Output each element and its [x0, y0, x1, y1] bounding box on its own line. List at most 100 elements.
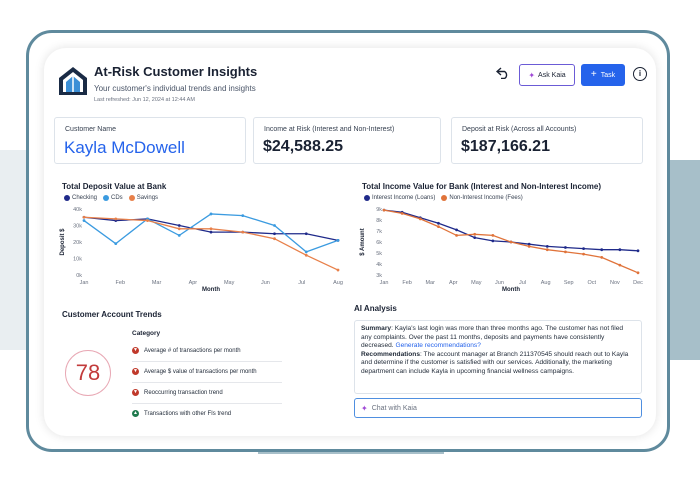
series-line-interest-income-loans- — [383, 209, 639, 252]
plus-icon: + — [590, 69, 597, 80]
x-tick-label: Apr — [189, 280, 198, 286]
customer-name-card: Customer Name Kayla McDowell — [54, 117, 246, 164]
legend-label: Checking — [72, 195, 98, 201]
x-tick-label: Jul — [519, 280, 526, 286]
x-tick-label: Apr — [449, 280, 458, 286]
trend-row[interactable]: ▼ Average $ value of transactions per mo… — [132, 361, 282, 383]
data-point — [177, 224, 181, 227]
x-tick-label: Dec — [633, 280, 643, 286]
data-point — [304, 253, 308, 257]
legend-label: Non-Interest Income (Fees) — [449, 195, 523, 201]
y-tick-label: 7k — [376, 229, 382, 235]
data-point — [146, 219, 149, 222]
data-point — [177, 227, 181, 231]
income-at-risk-card: Income at Risk (Interest and Non-Interes… — [253, 117, 441, 164]
data-point — [527, 245, 531, 248]
data-point — [382, 208, 386, 212]
risk-score: 78 — [65, 350, 111, 396]
x-tick-label: Jun — [495, 280, 504, 286]
trend-label: Reoccurring transaction trend — [144, 389, 223, 396]
x-tick-label: Feb — [402, 280, 411, 286]
data-point — [82, 219, 86, 222]
trend-down-icon: ▼ — [132, 368, 139, 375]
legend-item-interest: Interest Income (Loans) — [364, 195, 435, 201]
trend-up-icon: ▲ — [132, 410, 139, 417]
y-tick-label: 5k — [376, 251, 382, 257]
income-at-risk-value: $24,588.25 — [263, 138, 344, 155]
data-point — [241, 230, 245, 234]
x-tick-label: Jun — [261, 280, 270, 286]
undo-button[interactable] — [494, 66, 512, 84]
customer-name-label: Customer Name — [65, 126, 116, 133]
x-tick-label: Jul — [298, 280, 305, 286]
x-tick-label: Aug — [541, 280, 551, 286]
legend-item-non-interest: Non-Interest Income (Fees) — [441, 195, 523, 201]
deposit-chart-title: Total Deposit Value at Bank — [62, 182, 167, 191]
recommendations-label: Recommendations — [361, 350, 420, 358]
x-axis-title: Month — [202, 287, 220, 291]
x-tick-label: Feb — [116, 280, 125, 286]
data-point — [304, 232, 308, 236]
background-block-left — [0, 150, 28, 350]
sparkle-icon: ✦ — [361, 403, 368, 413]
x-tick-label: Oct — [588, 280, 597, 286]
deposit-at-risk-value: $187,166.21 — [461, 138, 550, 155]
generate-recommendations-link[interactable]: Generate recommendations? — [395, 342, 480, 349]
deposit-at-risk-card: Deposit at Risk (Across all Accounts) $1… — [451, 117, 643, 164]
y-tick-label: 8k — [376, 218, 382, 224]
legend-label: Savings — [136, 195, 159, 201]
y-tick-label: 6k — [376, 240, 382, 246]
data-point — [437, 225, 440, 228]
deposit-chart: Deposit $ 0k 10k 20k 30k 40k Jan Feb Mar Apr May Ju… — [60, 207, 343, 291]
data-point — [209, 212, 213, 216]
ask-kaia-button[interactable]: ✦ Ask Kaia — [519, 64, 575, 86]
data-point — [273, 237, 276, 241]
x-axis-title: Month — [502, 287, 520, 291]
data-point — [273, 232, 276, 236]
y-tick-label: 0k — [76, 273, 82, 279]
data-point — [582, 252, 585, 256]
last-refreshed-text: Last refreshed: Jun 12, 2024 at 12:44 AM — [94, 97, 195, 103]
chat-placeholder: Chat with Kaia — [371, 404, 417, 412]
y-tick-label: 10k — [73, 257, 82, 263]
info-icon[interactable]: i — [633, 67, 647, 81]
data-point — [437, 221, 440, 225]
data-point — [82, 215, 86, 219]
data-point — [273, 224, 276, 227]
data-point — [209, 227, 213, 231]
income-chart-legend: Interest Income (Loans) Non-Interest Inc… — [364, 195, 523, 201]
x-tick-label: Nov — [610, 280, 620, 286]
x-tick-label: Jan — [380, 280, 389, 286]
trend-label: Average $ value of transactions per mont… — [144, 368, 257, 375]
data-point — [636, 249, 640, 253]
income-chart-title: Total Income Value for Bank (Interest an… — [362, 182, 602, 191]
legend-item-cds: CDs — [103, 195, 123, 201]
page-subtitle: Your customer's individual trends and in… — [94, 84, 256, 93]
data-point — [582, 247, 585, 250]
trend-row[interactable]: ▲ Transactions with other FIs trend — [132, 403, 282, 424]
data-point — [114, 217, 118, 221]
task-label: Task — [600, 71, 616, 79]
legend-label: CDs — [111, 195, 123, 201]
trend-row[interactable]: ▼ Average # of transactions per month — [132, 340, 282, 362]
data-point — [209, 230, 213, 234]
data-point — [564, 250, 567, 254]
data-point — [455, 228, 458, 232]
data-point — [564, 246, 567, 249]
trends-title: Customer Account Trends — [62, 310, 162, 319]
x-tick-label: Mar — [425, 280, 435, 286]
trend-row[interactable]: ▼ Reoccurring transaction trend — [132, 382, 282, 404]
data-point — [545, 248, 549, 252]
x-tick-label: Sep — [564, 280, 574, 286]
customer-name-value: Kayla McDowell — [64, 138, 185, 157]
x-tick-label: May — [224, 280, 235, 286]
add-task-button[interactable]: + Task — [581, 64, 625, 86]
chat-with-kaia-input[interactable]: ✦ Chat with Kaia — [354, 398, 642, 418]
data-point — [455, 234, 458, 237]
data-point — [400, 212, 404, 215]
data-point — [177, 234, 181, 237]
app-logo-icon — [56, 64, 90, 98]
undo-icon — [495, 67, 508, 80]
x-tick-label: Aug — [333, 280, 343, 286]
y-tick-label: 40k — [73, 207, 82, 213]
